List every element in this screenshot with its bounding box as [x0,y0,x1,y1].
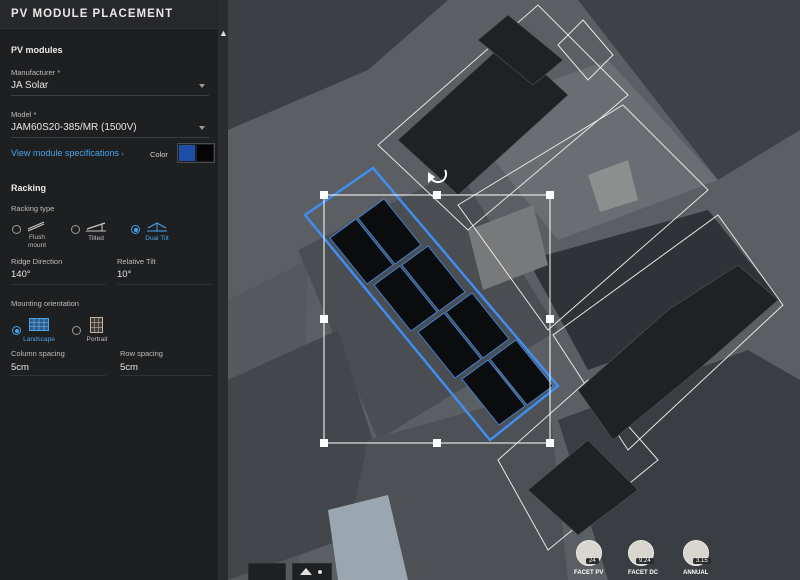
ridge-direction-underline [11,284,106,285]
tilted-label: Tilted [88,235,104,242]
color-swatch-blue[interactable] [179,145,195,161]
scroll-up-chevron-icon[interactable]: ▲ [219,28,228,38]
flush-mount-label: Flush mount [27,234,47,249]
model-label: Model * [11,110,37,119]
tilted-icon [86,222,106,232]
color-label: Color [150,150,168,159]
racking-section-title: Racking [11,183,47,193]
view-module-specifications-link[interactable]: View module specifications › [11,148,124,158]
ridge-direction-label: Ridge Direction [11,257,63,266]
portrait-module-icon [90,317,103,333]
landscape-label: Landscape [23,336,55,343]
racking-type-label: Racking type [11,204,55,213]
relative-tilt-underline [117,284,212,285]
pv-modules-section-title: PV modules [11,45,63,55]
chevron-right-icon: › [121,151,124,158]
column-spacing-input[interactable]: 5cm [11,362,106,375]
panel-header: PV MODULE PLACEMENT [0,0,218,29]
portrait-radio[interactable] [72,326,81,335]
flush-mount-radio[interactable] [12,225,21,234]
roof-icon [300,568,312,575]
column-spacing-underline [11,375,106,376]
mounting-orientation-label: Mounting orientation [11,299,79,308]
color-picker[interactable] [177,143,215,163]
dual-tilt-icon [147,222,167,232]
relative-tilt-input[interactable]: 10° [117,269,212,282]
panel-title: PV MODULE PLACEMENT [11,8,174,20]
landscape-radio[interactable] [12,326,21,335]
landscape-module-icon [29,318,49,331]
sidebar-scrollbar[interactable] [218,0,228,580]
model-underline [11,137,209,138]
map-tool-button[interactable] [248,563,286,580]
relative-tilt-label: Relative Tilt [117,257,156,266]
dual-tilt-radio[interactable] [131,225,140,234]
row-spacing-underline [120,375,212,376]
ridge-direction-input[interactable]: 140° [11,269,106,282]
flush-mount-icon [27,221,45,232]
manufacturer-chevron-down-icon[interactable] [199,84,205,88]
model-select[interactable]: JAM60S20-385/MR (1500V) [11,122,209,136]
layers-tool-button[interactable] [292,563,332,580]
dot-icon [318,570,322,574]
map-view[interactable]: 24 FACET PV 9.24 FACET DC 3.15 ANNUAL [228,0,800,580]
row-spacing-label: Row spacing [120,349,163,358]
column-spacing-label: Column spacing [11,349,65,358]
sidebar-panel: PV MODULE PLACEMENT PV modules Manufactu… [0,0,218,580]
row-spacing-input[interactable]: 5cm [120,362,212,375]
portrait-label: Portrait [86,336,108,343]
color-swatch-black[interactable] [197,145,213,161]
manufacturer-select[interactable]: JA Solar [11,80,209,94]
manufacturer-underline [11,95,209,96]
satellite-image[interactable] [228,0,800,580]
model-chevron-down-icon[interactable] [199,126,205,130]
tilted-radio[interactable] [71,225,80,234]
manufacturer-label: Manufacturer * [11,68,61,77]
dual-tilt-label: Dual Tilt [145,235,169,242]
